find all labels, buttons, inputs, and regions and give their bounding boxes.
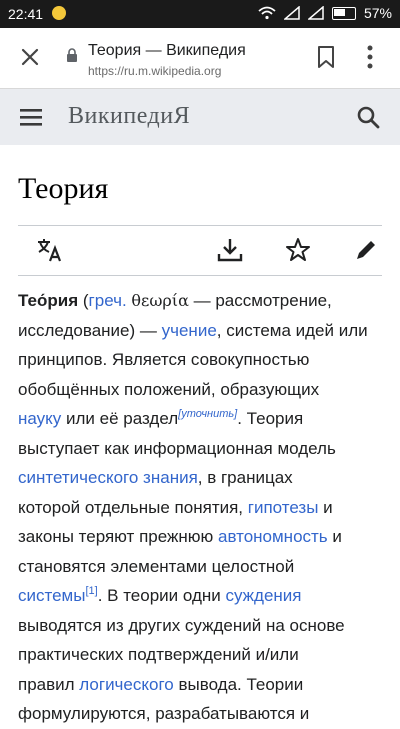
text: исследование) — <box>18 320 162 340</box>
text: . В теории одни <box>97 586 226 605</box>
text-line: практических подтверждений и/или <box>18 645 299 664</box>
ref-link-1[interactable]: [1] <box>85 585 97 597</box>
text-line: синтетического знания, в границах <box>18 463 388 493</box>
link-autonomy[interactable]: автономность <box>218 527 328 546</box>
lock-icon <box>67 48 77 62</box>
text: которой отдельные понятия, <box>18 497 248 517</box>
text: и <box>327 527 342 546</box>
clarify-link[interactable]: [уточнить] <box>178 408 237 420</box>
close-icon[interactable] <box>18 45 42 69</box>
text-line: законы теряют прежнюю автономность и <box>18 522 388 552</box>
signal-icon <box>283 6 300 20</box>
browser-url[interactable]: https://ru.m.wikipedia.org <box>88 64 221 78</box>
text-line: выводятся из других суждений на основе <box>18 615 345 635</box>
battery-icon <box>331 6 356 20</box>
language-icon[interactable] <box>36 236 64 264</box>
page-actions <box>18 226 382 274</box>
text: правил <box>18 674 80 694</box>
page-title: Теория <box>18 172 109 205</box>
search-icon[interactable] <box>356 105 380 129</box>
wifi-icon <box>258 6 276 20</box>
text: , система идей или <box>216 320 368 340</box>
text: вывода. Теории <box>173 674 304 694</box>
text: законы теряют прежнюю <box>18 527 218 546</box>
status-time: 22:41 <box>8 6 44 22</box>
text-line: становятся элементами целостной <box>18 556 295 576</box>
greek-word: θεωρία <box>131 291 189 310</box>
status-right: 57% <box>258 5 392 21</box>
divider-2 <box>18 275 382 276</box>
notification-icon <box>52 6 66 20</box>
text-line: формулируются, разрабатываются и <box>18 704 310 723</box>
text-line: правил логического вывода. Теории <box>18 670 388 700</box>
link-logical[interactable]: логического <box>79 675 173 694</box>
text-line: принципов. Является совокупностью <box>18 350 310 369</box>
text: и <box>318 497 333 517</box>
signal-icon-2 <box>307 6 324 20</box>
text: или её раздел <box>61 409 179 428</box>
link-synthetic-knowledge[interactable]: синтетического знания <box>18 468 198 487</box>
battery-percent: 57% <box>363 5 392 21</box>
more-vert-icon[interactable] <box>366 44 374 70</box>
wikipedia-wordmark[interactable]: ВикипедиЯ <box>68 103 190 130</box>
hamburger-icon[interactable] <box>20 107 42 127</box>
pencil-icon[interactable] <box>352 236 380 264</box>
article-body: Тео́рия (греч. θεωρία — рассмотрение, ис… <box>18 286 388 729</box>
text: — рассмотрение, <box>188 291 332 310</box>
download-icon[interactable] <box>216 236 244 264</box>
text-line: выступает как информационная модель <box>18 438 336 458</box>
term-bold: Тео́рия <box>18 291 79 310</box>
link-hypotheses[interactable]: гипотезы <box>248 498 319 517</box>
text-line: системы[1]. В теории одни суждения <box>18 581 388 611</box>
status-bar: 22:41 57% <box>0 0 400 28</box>
text: , в границах <box>197 468 293 487</box>
wiki-header: ВикипедиЯ <box>0 89 400 145</box>
text: . Теория <box>237 409 304 428</box>
text-line: обобщённых положений, образующих <box>18 379 320 399</box>
link-uchenie[interactable]: учение <box>162 321 217 340</box>
text-line: исследование) — учение, система идей или <box>18 316 388 346</box>
text-line: которой отдельные понятия, гипотезы и <box>18 493 388 523</box>
link-systems[interactable]: системы <box>18 586 85 605</box>
text-line: науку или её раздел[уточнить]. Теория <box>18 404 388 434</box>
browser-page-title: Теория — Википедия <box>88 42 246 59</box>
star-icon[interactable] <box>284 236 312 264</box>
text-line: Тео́рия (греч. θεωρία — рассмотрение, <box>18 286 388 316</box>
bookmark-icon[interactable] <box>315 45 337 69</box>
link-nauku[interactable]: науку <box>18 409 61 428</box>
greek-link[interactable]: греч. <box>89 291 127 310</box>
browser-toolbar: Теория — Википедия https://ru.m.wikipedi… <box>0 28 400 89</box>
link-judgements[interactable]: суждения <box>225 586 301 605</box>
